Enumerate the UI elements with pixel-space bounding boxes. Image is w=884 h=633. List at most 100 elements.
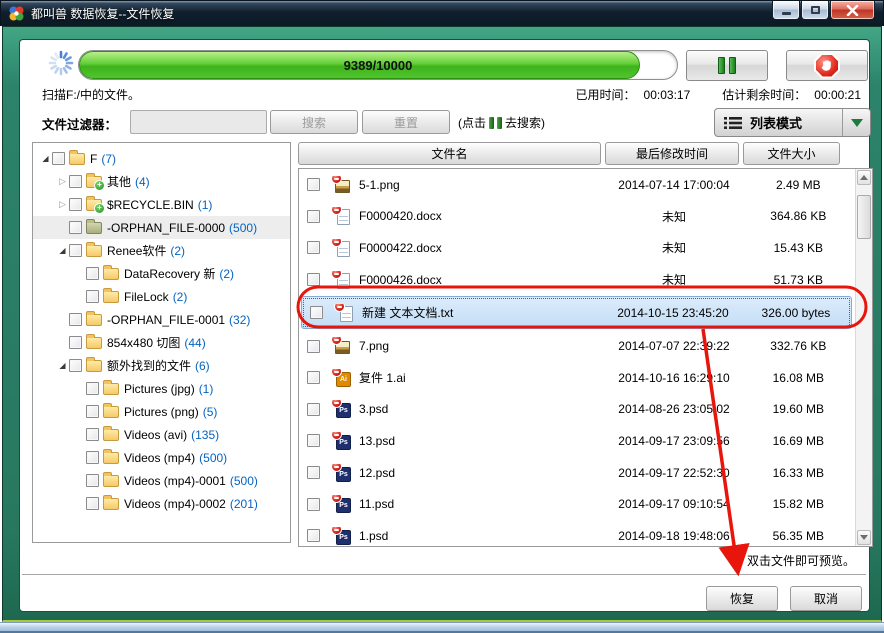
tree-checkbox[interactable] bbox=[69, 313, 82, 326]
column-header-size[interactable]: 文件大小 bbox=[743, 142, 840, 165]
close-button[interactable] bbox=[830, 1, 875, 20]
tree-checkbox[interactable] bbox=[86, 267, 99, 280]
table-row[interactable]: 复件 1.ai 2014-10-16 16:29:10 16.08 MB bbox=[299, 362, 854, 394]
tree-item[interactable]: Renee软件 (2) bbox=[33, 239, 290, 262]
row-checkbox[interactable] bbox=[307, 402, 320, 416]
row-checkbox[interactable] bbox=[310, 306, 323, 320]
row-checkbox[interactable] bbox=[307, 178, 320, 192]
table-row[interactable]: 3.psd 2014-08-26 23:05:02 19.60 MB bbox=[299, 394, 854, 426]
folder-icon bbox=[86, 333, 102, 349]
tree-checkbox[interactable] bbox=[69, 359, 82, 372]
tree-expander-icon[interactable] bbox=[56, 247, 69, 255]
minimize-button[interactable] bbox=[772, 1, 800, 20]
file-name: F0000422.docx bbox=[359, 240, 442, 255]
tree-item[interactable]: FileLock (2) bbox=[33, 285, 290, 308]
tree-item[interactable]: Videos (avi) (135) bbox=[33, 423, 290, 446]
tree-item[interactable]: Videos (mp4)-0001 (500) bbox=[33, 469, 290, 492]
tree-item[interactable]: Videos (mp4) (500) bbox=[33, 446, 290, 469]
file-name: 12.psd bbox=[359, 465, 396, 480]
tree-item[interactable]: DataRecovery 新 (2) bbox=[33, 262, 290, 285]
search-button[interactable]: 搜索 bbox=[270, 110, 358, 134]
row-checkbox[interactable] bbox=[307, 529, 320, 543]
tree-checkbox[interactable] bbox=[69, 244, 82, 257]
file-modified: 2014-07-14 17:00:04 bbox=[618, 177, 730, 192]
table-row[interactable]: 5-1.png 2014-07-14 17:00:04 2.49 MB bbox=[299, 169, 854, 201]
tree-checkbox[interactable] bbox=[69, 221, 82, 234]
tree-expander-icon[interactable] bbox=[56, 362, 69, 370]
pause-button[interactable] bbox=[686, 50, 768, 81]
tree-checkbox[interactable] bbox=[86, 474, 99, 487]
row-checkbox[interactable] bbox=[307, 371, 320, 385]
scanning-spinner-icon bbox=[48, 50, 74, 76]
dropdown-arrow-zone[interactable] bbox=[842, 109, 870, 136]
tree-item[interactable]: Pictures (jpg) (1) bbox=[33, 377, 290, 400]
row-checkbox[interactable] bbox=[307, 497, 320, 511]
tree-checkbox[interactable] bbox=[52, 152, 65, 165]
tree-item[interactable]: 其他 (4) bbox=[33, 170, 290, 193]
table-row[interactable]: 11.psd 2014-09-17 09:10:54 15.82 MB bbox=[299, 488, 854, 520]
row-checkbox[interactable] bbox=[307, 434, 320, 448]
tree-item[interactable]: F (7) bbox=[33, 147, 290, 170]
table-row[interactable]: 13.psd 2014-09-17 23:09:56 16.69 MB bbox=[299, 425, 854, 457]
table-row[interactable]: 1.psd 2014-09-18 19:48:06 56.35 MB bbox=[299, 520, 854, 546]
tree-item-count: (2) bbox=[172, 289, 188, 304]
row-checkbox[interactable] bbox=[307, 209, 320, 223]
tree-checkbox[interactable] bbox=[86, 451, 99, 464]
tree-expander-icon[interactable] bbox=[56, 177, 69, 186]
file-modified: 2014-07-07 22:39:22 bbox=[618, 339, 730, 354]
tree-item-count: (5) bbox=[202, 404, 218, 419]
file-modified: 2014-09-17 23:09:56 bbox=[618, 433, 730, 448]
tree-item[interactable]: 854x480 切图 (44) bbox=[33, 331, 290, 354]
file-name: 5-1.png bbox=[359, 177, 400, 192]
row-checkbox[interactable] bbox=[307, 339, 320, 353]
reset-button[interactable]: 重置 bbox=[362, 110, 450, 134]
cancel-button[interactable]: 取消 bbox=[790, 586, 862, 611]
column-header-modified[interactable]: 最后修改时间 bbox=[605, 142, 739, 165]
table-row[interactable]: 12.psd 2014-09-17 22:52:30 16.33 MB bbox=[299, 457, 854, 489]
scrollbar-thumb[interactable] bbox=[857, 195, 871, 239]
tree-item[interactable]: Pictures (png) (5) bbox=[33, 400, 290, 423]
tree-expander-icon[interactable] bbox=[56, 200, 69, 209]
tree-checkbox[interactable] bbox=[86, 405, 99, 418]
tree-checkbox[interactable] bbox=[69, 175, 82, 188]
tree-item-label: -ORPHAN_FILE-0001 bbox=[107, 312, 226, 327]
tree-checkbox[interactable] bbox=[69, 336, 82, 349]
vertical-scrollbar[interactable] bbox=[855, 169, 872, 546]
file-size: 16.33 MB bbox=[772, 465, 824, 480]
table-row[interactable]: F0000426.docx 未知 51.73 KB bbox=[299, 264, 854, 296]
row-checkbox[interactable] bbox=[307, 466, 320, 480]
scroll-up-button[interactable] bbox=[857, 170, 871, 185]
file-list: 5-1.png 2014-07-14 17:00:04 2.49 MB F000… bbox=[298, 168, 873, 547]
tree-item-count: (500) bbox=[229, 220, 258, 235]
content-panel: 9389/10000 扫描F:/中的文件。 已用时间： 00:03:17 估计剩… bbox=[19, 39, 873, 612]
tree-item-count: (4) bbox=[135, 174, 150, 189]
view-mode-dropdown[interactable]: 列表模式 bbox=[714, 108, 871, 137]
tree-item[interactable]: $RECYCLE.BIN (1) bbox=[33, 193, 290, 216]
recover-button[interactable]: 恢复 bbox=[706, 586, 778, 611]
tree-item[interactable]: -ORPHAN_FILE-0001 (32) bbox=[33, 308, 290, 331]
table-row[interactable]: F0000420.docx 未知 364.86 KB bbox=[299, 201, 854, 233]
table-row[interactable]: 新建 文本文档.txt 2014-10-15 23:45:20 326.00 b… bbox=[301, 296, 852, 330]
table-row[interactable]: 7.png 2014-07-07 22:39:22 332.76 KB bbox=[299, 330, 854, 362]
tree-checkbox[interactable] bbox=[86, 428, 99, 441]
tree-checkbox[interactable] bbox=[86, 290, 99, 303]
file-size: 2.49 MB bbox=[775, 177, 821, 192]
tree-checkbox[interactable] bbox=[69, 198, 82, 211]
tree-item[interactable]: -ORPHAN_FILE-0000 (500) bbox=[33, 216, 290, 239]
folder-icon bbox=[86, 172, 105, 191]
tree-expander-icon[interactable] bbox=[39, 155, 52, 163]
row-checkbox[interactable] bbox=[307, 273, 320, 287]
restore-button[interactable] bbox=[801, 1, 829, 20]
folder-icon bbox=[103, 402, 119, 418]
stop-button[interactable] bbox=[786, 50, 868, 81]
pause-icon bbox=[489, 116, 494, 129]
tree-item[interactable]: Videos (mp4)-0002 (201) bbox=[33, 492, 290, 515]
scroll-down-button[interactable] bbox=[857, 530, 871, 545]
tree-checkbox[interactable] bbox=[86, 497, 99, 510]
tree-checkbox[interactable] bbox=[86, 382, 99, 395]
file-filter-input[interactable] bbox=[130, 110, 267, 134]
tree-item[interactable]: 额外找到的文件 (6) bbox=[33, 354, 290, 377]
column-header-filename[interactable]: 文件名 bbox=[298, 142, 601, 165]
row-checkbox[interactable] bbox=[307, 241, 320, 255]
table-row[interactable]: F0000422.docx 未知 15.43 KB bbox=[299, 232, 854, 264]
